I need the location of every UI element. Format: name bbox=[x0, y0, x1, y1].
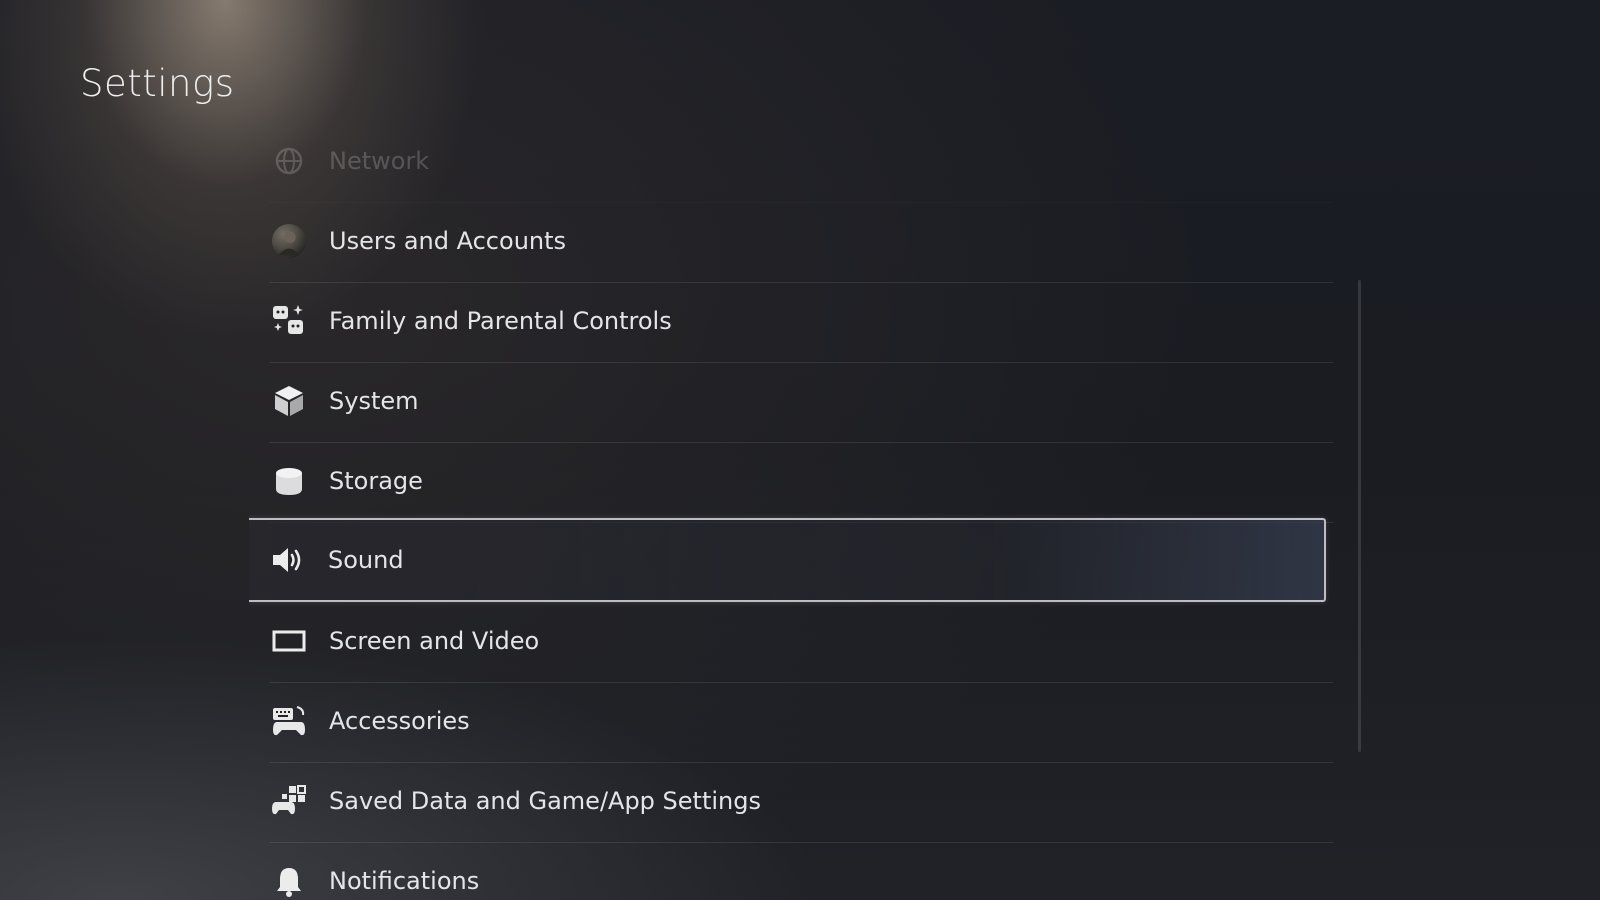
settings-item-notifications[interactable]: Notifications bbox=[249, 840, 1333, 900]
settings-item-label: Screen and Video bbox=[329, 627, 540, 655]
settings-item-network[interactable]: Network bbox=[249, 120, 1333, 202]
settings-item-accessories[interactable]: Accessories bbox=[249, 680, 1333, 763]
settings-item-label: Users and Accounts bbox=[329, 227, 567, 255]
settings-item-label: System bbox=[329, 387, 419, 415]
settings-item-label: Notifications bbox=[329, 867, 480, 895]
page-title: Settings bbox=[80, 62, 235, 105]
accessories-icon bbox=[271, 703, 307, 739]
settings-list: Network Users and Accounts Family and Pa… bbox=[249, 120, 1349, 900]
bell-icon bbox=[271, 863, 307, 899]
family-icon bbox=[271, 303, 307, 339]
settings-item-system[interactable]: System bbox=[249, 360, 1333, 443]
speaker-icon bbox=[270, 542, 306, 578]
settings-item-label: Network bbox=[329, 147, 430, 175]
cube-icon bbox=[271, 383, 307, 419]
settings-item-label: Family and Parental Controls bbox=[329, 307, 672, 335]
storage-icon bbox=[271, 463, 307, 499]
settings-item-users-and-accounts[interactable]: Users and Accounts bbox=[249, 200, 1333, 283]
screen-icon bbox=[271, 623, 307, 659]
saved-data-icon bbox=[271, 783, 307, 819]
settings-item-label: Sound bbox=[328, 546, 404, 574]
settings-item-family-and-parental-controls[interactable]: Family and Parental Controls bbox=[249, 280, 1333, 363]
settings-item-label: Accessories bbox=[329, 707, 470, 735]
user-avatar-icon bbox=[271, 223, 307, 259]
settings-item-storage[interactable]: Storage bbox=[249, 440, 1333, 523]
network-icon bbox=[271, 143, 307, 179]
settings-screen: Settings Network Users and Accounts Fami… bbox=[0, 0, 1600, 900]
settings-item-sound[interactable]: Sound bbox=[249, 518, 1326, 602]
list-scrollbar[interactable] bbox=[1358, 280, 1361, 752]
settings-item-screen-and-video[interactable]: Screen and Video bbox=[249, 600, 1333, 683]
settings-item-label: Saved Data and Game/App Settings bbox=[329, 787, 761, 815]
settings-item-label: Storage bbox=[329, 467, 423, 495]
settings-item-saved-data[interactable]: Saved Data and Game/App Settings bbox=[249, 760, 1333, 843]
